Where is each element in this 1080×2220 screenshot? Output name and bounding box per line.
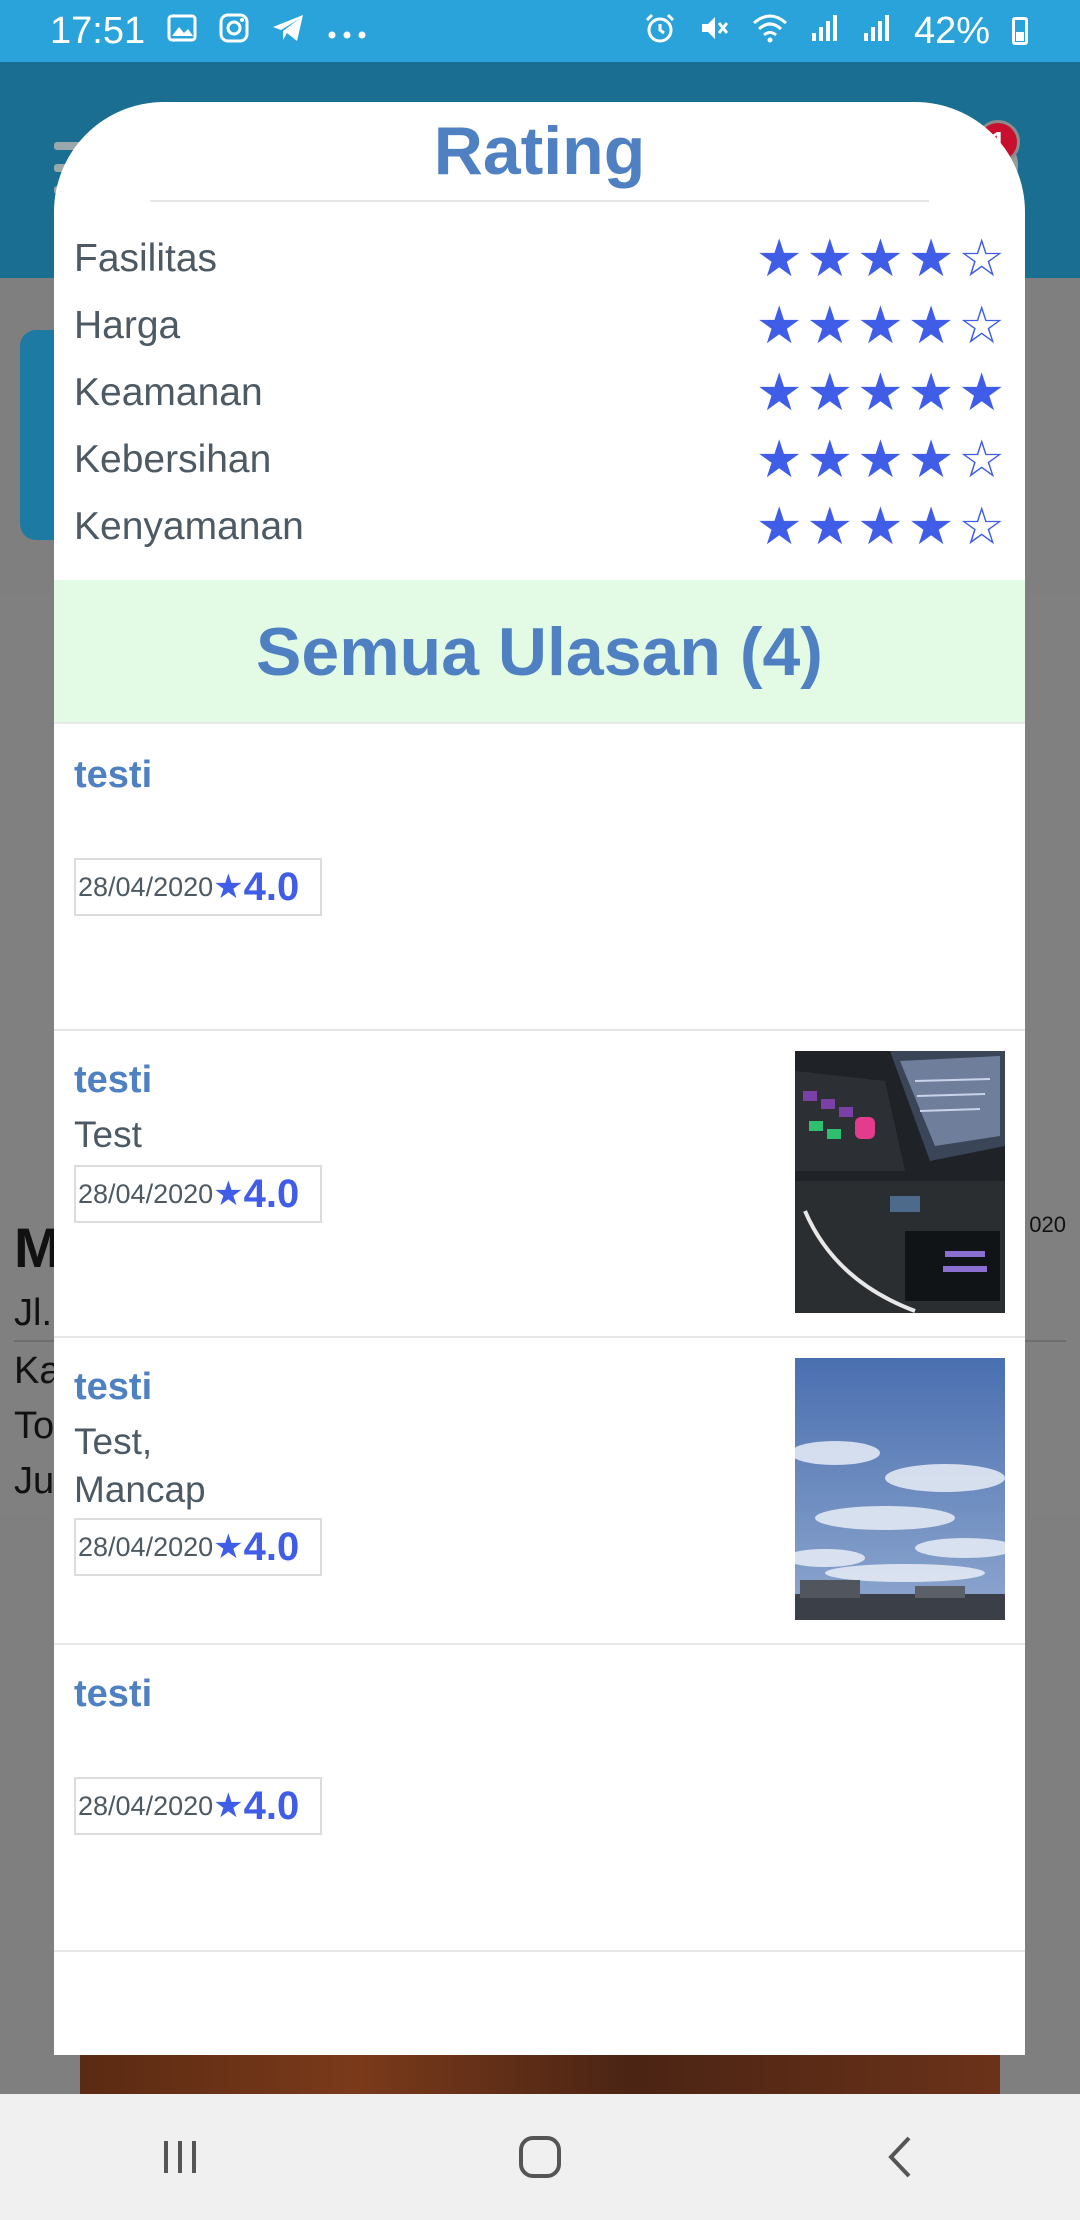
rating-row: Harga ★ ★ ★ ★ ☆	[74, 293, 1005, 359]
signal-icon	[862, 13, 892, 49]
background-date: 020	[1029, 1212, 1066, 1237]
review-score: 4.0	[243, 1171, 300, 1216]
reviewer-name: testi	[74, 1673, 153, 1715]
star-filled-icon: ★	[958, 364, 1005, 422]
rating-label: Harga	[74, 304, 181, 347]
keyboard-photo[interactable]	[795, 1051, 1005, 1313]
clock: 17:51	[50, 9, 146, 52]
gallery-icon	[167, 14, 197, 48]
back-button[interactable]	[860, 2127, 940, 2187]
review-item[interactable]: testi Test 28/04/2020 ★ 4.0	[54, 1031, 1025, 1338]
reviews-header-label: Semua Ulasan (4)	[256, 614, 823, 690]
star-filled-icon: ★	[857, 498, 904, 556]
review-meta: 28/04/2020 ★ 4.0	[74, 1777, 322, 1835]
rating-modal: Rating Fasilitas ★ ★ ★ ★ ☆ Harga ★ ★ ★ ★ ☆ Keama…	[54, 102, 1025, 2055]
mute-icon	[698, 12, 730, 50]
star-filled-icon: ★	[907, 498, 955, 556]
rating-label: Kebersihan	[74, 438, 272, 481]
review-item[interactable]: testi Test, Mancap 28/04/2020 ★ 4.0	[54, 1338, 1025, 1645]
review-meta: 28/04/2020 ★ 4.0	[74, 858, 322, 916]
rating-row: Kebersihan ★ ★ ★ ★ ☆	[74, 427, 1005, 493]
star-filled-icon: ★	[755, 230, 803, 288]
rating-row: Fasilitas ★ ★ ★ ★ ☆	[74, 226, 1005, 292]
review-date: 28/04/2020	[78, 1531, 214, 1562]
status-bar: 17:51 42%	[0, 0, 1080, 62]
rating-label: Fasilitas	[74, 237, 218, 280]
review-meta: 28/04/2020 ★ 4.0	[74, 1518, 322, 1576]
rating-row: Keamanan ★ ★ ★ ★ ★	[74, 360, 1005, 426]
review-date: 28/04/2020	[78, 1790, 214, 1821]
navigation-bar	[0, 2094, 1080, 2220]
review-text: Test, Mancap	[74, 1421, 206, 1510]
star-filled-icon: ★	[907, 297, 955, 355]
wifi-icon	[752, 13, 788, 49]
star-filled-icon: ★	[755, 498, 803, 556]
star-filled-icon: ★	[907, 364, 955, 422]
reviewer-name: testi	[74, 1366, 153, 1408]
battery-percent: 42%	[913, 9, 990, 52]
star-empty-icon: ☆	[958, 230, 1005, 288]
star-empty-icon: ☆	[958, 431, 1005, 489]
star-filled-icon: ★	[857, 364, 904, 422]
star-filled-icon: ★	[806, 230, 854, 288]
review-text: Test	[74, 1114, 142, 1155]
review-item[interactable]: testi 28/04/2020 ★ 4.0	[54, 724, 1025, 1031]
modal-title: Rating	[433, 113, 646, 189]
star-icon: ★	[213, 1787, 244, 1825]
back-icon	[888, 2136, 911, 2178]
home-button[interactable]	[500, 2127, 580, 2187]
alarm-icon	[644, 12, 676, 50]
star-empty-icon: ☆	[958, 498, 1005, 556]
rating-label: Kenyamanan	[74, 505, 304, 548]
review-date: 28/04/2020	[78, 1178, 214, 1209]
reviewer-name: testi	[74, 1059, 153, 1101]
star-empty-icon: ☆	[958, 297, 1005, 355]
star-filled-icon: ★	[755, 431, 803, 489]
background-text-line: To	[14, 1405, 55, 1447]
star-icon: ★	[213, 868, 244, 906]
star-filled-icon: ★	[806, 297, 854, 355]
reviews-header: Semua Ulasan (4)	[54, 580, 1025, 724]
star-filled-icon: ★	[755, 297, 803, 355]
recent-apps-icon	[164, 2141, 196, 2173]
title-divider	[150, 200, 929, 202]
star-rating: ★ ★ ★ ★ ☆	[756, 434, 1005, 486]
star-rating: ★ ★ ★ ★ ★	[756, 367, 1005, 419]
star-rating: ★ ★ ★ ★ ☆	[756, 501, 1005, 553]
star-icon: ★	[213, 1528, 244, 1566]
star-filled-icon: ★	[806, 364, 854, 422]
star-filled-icon: ★	[907, 230, 955, 288]
home-icon	[519, 2136, 561, 2178]
star-icon: ★	[213, 1175, 244, 1213]
rating-row: Kenyamanan ★ ★ ★ ★ ☆	[74, 494, 1005, 560]
more-icon	[327, 16, 367, 46]
signal-icon	[810, 13, 840, 49]
star-filled-icon: ★	[806, 498, 854, 556]
review-score: 4.0	[243, 1783, 300, 1828]
star-rating: ★ ★ ★ ★ ☆	[756, 300, 1005, 352]
review-score: 4.0	[243, 1524, 300, 1569]
reviewer-name: testi	[74, 754, 153, 796]
recent-apps-button[interactable]	[140, 2127, 220, 2187]
background-photo	[80, 2050, 1000, 2095]
rating-label: Keamanan	[74, 371, 263, 414]
review-item[interactable]: testi 28/04/2020 ★ 4.0	[54, 1645, 1025, 1952]
sky-photo[interactable]	[795, 1358, 1005, 1620]
star-filled-icon: ★	[907, 431, 955, 489]
star-rating: ★ ★ ★ ★ ☆	[756, 233, 1005, 285]
telegram-icon	[271, 13, 305, 49]
star-filled-icon: ★	[806, 431, 854, 489]
star-filled-icon: ★	[857, 230, 904, 288]
star-filled-icon: ★	[857, 297, 904, 355]
review-date: 28/04/2020	[78, 871, 214, 902]
background-text-line: Jl.	[14, 1292, 52, 1334]
review-score: 4.0	[243, 864, 300, 909]
instagram-icon	[219, 13, 249, 49]
background-text-line: Ju	[14, 1460, 55, 1502]
star-filled-icon: ★	[857, 431, 904, 489]
review-meta: 28/04/2020 ★ 4.0	[74, 1165, 322, 1223]
star-filled-icon: ★	[755, 364, 803, 422]
battery-icon	[1012, 17, 1028, 45]
